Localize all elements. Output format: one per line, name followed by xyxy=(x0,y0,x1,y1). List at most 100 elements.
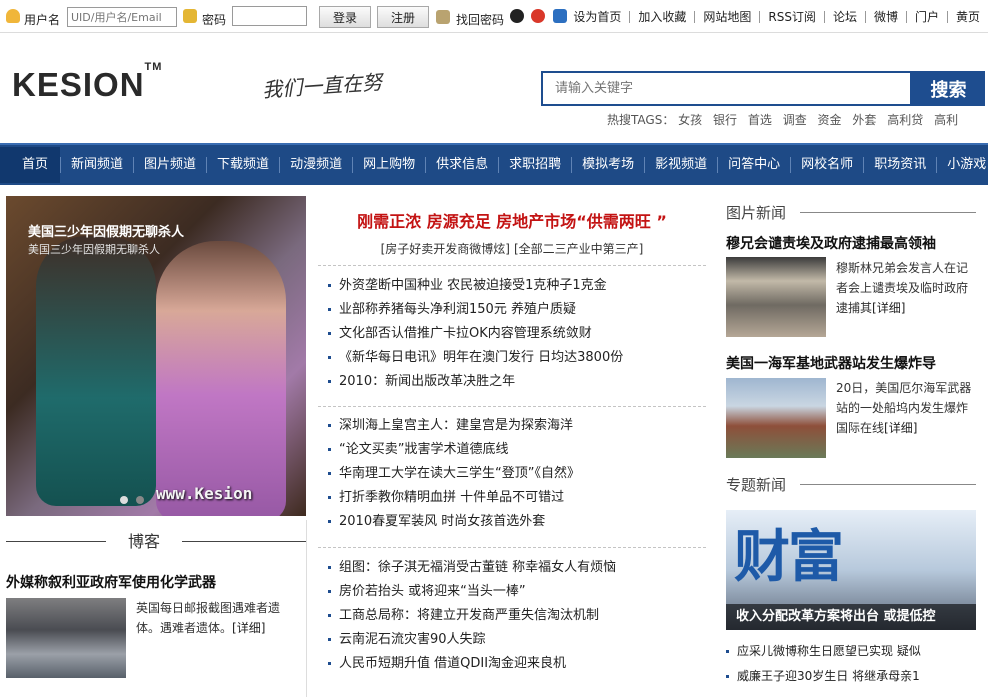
hot-tag[interactable]: 高利贷 xyxy=(887,113,923,127)
nav-item-exam[interactable]: 模拟考场 xyxy=(571,157,644,173)
nav-item-school[interactable]: 网校名师 xyxy=(790,157,863,173)
photo-news-thumbnail-1[interactable] xyxy=(726,257,826,337)
nav-item-news[interactable]: 新闻频道 xyxy=(60,157,133,173)
hot-tag[interactable]: 资金 xyxy=(818,113,842,127)
blog-heading: 博客 xyxy=(128,532,161,551)
top-link-rss[interactable]: RSS订阅 xyxy=(759,10,824,23)
topic-image-word: 财富 xyxy=(734,525,844,590)
photo-news-desc-2: 20日，美国厄尔海军武器站的一处船坞内发生爆炸国际在线[详细] xyxy=(836,381,972,435)
slogan: 我们一直在努 xyxy=(261,69,383,103)
photo-news-title-1[interactable]: 穆兄会谴责埃及政府逮捕最高领袖 xyxy=(726,233,936,253)
list-item[interactable]: “论文买卖”戕害学术道德底线 xyxy=(328,438,580,462)
search-input[interactable] xyxy=(543,73,910,104)
top-link-forum[interactable]: 论坛 xyxy=(823,10,865,23)
list-item[interactable]: 2010：新闻出版改革决胜之年 xyxy=(328,370,623,394)
photo-news-title-2[interactable]: 美国一海军基地武器站发生爆炸导 xyxy=(726,353,936,373)
top-link-yellowpages[interactable]: 黄页 xyxy=(946,10,988,23)
slide-watermark: www.Kesion xyxy=(156,484,253,503)
nav-item-jobs[interactable]: 求职招聘 xyxy=(498,157,571,173)
nav-item-supply[interactable]: 供求信息 xyxy=(425,157,498,173)
topic-image-caption[interactable]: 收入分配改革方案将出台 或提低控 xyxy=(726,604,976,630)
photo-news-more-link-2[interactable]: [详细] xyxy=(884,421,917,435)
blog-news-thumbnail[interactable] xyxy=(6,598,126,678)
top-links: 设为首页 加入收藏 网站地图 RSS订阅 论坛 微博 门户 黄页 xyxy=(565,0,988,33)
column-divider xyxy=(306,520,307,697)
recover-password-link[interactable]: 找回密码 xyxy=(456,11,504,28)
list-item[interactable]: 房价若抬头 或将迎来“当头一棒” xyxy=(328,580,616,604)
blog-news-more-link[interactable]: [详细] xyxy=(232,621,265,635)
divider xyxy=(318,265,706,266)
headline[interactable]: 刚需正浓 房源充足 房地产市场“供需两旺 ” xyxy=(314,208,710,232)
headline-sub-link[interactable]: [房子好卖开发商微博炫] xyxy=(381,242,510,256)
register-button[interactable]: 注册 xyxy=(377,6,429,28)
main-nav: 首页 新闻频道 图片频道 下载频道 动漫频道 网上购物 供求信息 求职招聘 模拟… xyxy=(0,143,988,185)
slide-figure-right xyxy=(156,241,286,516)
hot-tag[interactable]: 银行 xyxy=(713,113,737,127)
top-link-favorite[interactable]: 加入收藏 xyxy=(629,10,694,23)
top-link-home[interactable]: 设为首页 xyxy=(565,11,629,23)
weibo-icon[interactable] xyxy=(531,9,545,23)
headline-sub-link[interactable]: [全部二三产业中第三产] xyxy=(514,242,643,256)
slide-subtitle: 美国三少年因假期无聊杀人 xyxy=(28,243,160,256)
list-item[interactable]: 威廉王子迎30岁生日 将继承母亲1 xyxy=(726,664,921,689)
nav-item-photo[interactable]: 图片频道 xyxy=(133,157,206,173)
list-item[interactable]: 华南理工大学在读大三学生“登顶”《自然》 xyxy=(328,462,580,486)
topic-news-image[interactable]: 财富 收入分配改革方案将出台 或提低控 xyxy=(726,510,976,630)
top-link-sitemap[interactable]: 网站地图 xyxy=(694,10,759,23)
site-logo[interactable]: KESIONTM xyxy=(12,61,162,104)
list-item[interactable]: 深圳海上皇宫主人：建皇宫是为探索海洋 xyxy=(328,414,580,438)
hot-tag[interactable]: 高利 xyxy=(934,113,958,127)
nav-item-home[interactable]: 首页 xyxy=(0,147,61,183)
hot-tags-label: 热搜TAGS： xyxy=(607,113,675,127)
photo-news-thumbnail-2[interactable] xyxy=(726,378,826,458)
search-button[interactable]: 搜索 xyxy=(912,71,985,106)
top-link-portal[interactable]: 门户 xyxy=(905,10,947,23)
list-item[interactable]: 外资垄断中国种业 农民被迫接受1克种子1克金 xyxy=(328,274,623,298)
slide-title[interactable]: 美国三少年因假期无聊杀人 xyxy=(28,221,184,240)
username-input[interactable] xyxy=(67,7,177,27)
slide-figure-left xyxy=(36,236,156,506)
search-box xyxy=(541,71,912,106)
list-item[interactable]: 应采儿微博称生日愿望已实现 疑似 xyxy=(726,639,921,664)
password-label: 密码 xyxy=(202,13,227,27)
qq-icon[interactable] xyxy=(510,9,524,23)
photo-news-heading: 图片新闻 xyxy=(726,204,787,222)
hot-tag[interactable]: 调查 xyxy=(783,113,807,127)
username-label: 用户名 xyxy=(24,13,61,27)
slide-dot[interactable] xyxy=(136,496,144,504)
divider xyxy=(318,547,706,548)
nav-item-qa[interactable]: 问答中心 xyxy=(717,157,790,173)
hot-tag[interactable]: 女孩 xyxy=(678,113,702,127)
headline-sub: [房子好卖开发商微博炫] [全部二三产业中第三产] xyxy=(314,240,710,257)
nav-item-anime[interactable]: 动漫频道 xyxy=(279,157,352,173)
list-item[interactable]: 《新华每日电讯》明年在澳门发行 日均达3800份 xyxy=(328,346,623,370)
list-item[interactable]: 人民币短期升值 借道QDII淘金迎来良机 xyxy=(328,652,616,676)
list-item[interactable]: 工商总局称：将建立开发商严重失信淘汰机制 xyxy=(328,604,616,628)
top-link-weibo[interactable]: 微博 xyxy=(864,10,906,23)
nav-item-games[interactable]: 小游戏 xyxy=(936,157,988,173)
lock-icon xyxy=(183,9,197,23)
blog-divider-left xyxy=(6,541,106,542)
key-icon xyxy=(436,10,450,24)
list-item[interactable]: 文化部否认借推广卡拉OK内容管理系统敛财 xyxy=(328,322,623,346)
nav-item-download[interactable]: 下载频道 xyxy=(206,157,279,173)
list-item[interactable]: 云南泥石流灾害90人失踪 xyxy=(328,628,616,652)
list-item[interactable]: 业部称养猪每头净利润150元 养殖户质疑 xyxy=(328,298,623,322)
user-icon xyxy=(6,9,20,23)
nav-item-movies[interactable]: 影视频道 xyxy=(644,157,717,173)
list-item[interactable]: 打折季教你精明血拼 十件单品不可错过 xyxy=(328,486,580,510)
slide-dot[interactable] xyxy=(120,496,128,504)
nav-item-shop[interactable]: 网上购物 xyxy=(352,157,425,173)
slideshow-image[interactable]: 美国三少年因假期无聊杀人 美国三少年因假期无聊杀人 www.Kesion xyxy=(6,196,306,516)
hot-tag[interactable]: 外套 xyxy=(852,113,876,127)
list-item[interactable]: 组图：徐子淇无福消受古董链 称幸福女人有烦恼 xyxy=(328,556,616,580)
divider xyxy=(318,406,706,407)
password-input[interactable] xyxy=(232,6,307,26)
login-button[interactable]: 登录 xyxy=(319,6,371,28)
hot-tag[interactable]: 首选 xyxy=(748,113,772,127)
photo-news-more-link-1[interactable]: [详细] xyxy=(872,301,905,315)
blog-news-title[interactable]: 外媒称叙利亚政府军使用化学武器 xyxy=(6,572,216,592)
list-item[interactable]: 2010春夏军装风 时尚女孩首选外套 xyxy=(328,510,580,534)
nav-item-career[interactable]: 职场资讯 xyxy=(863,157,936,173)
news-list-2: 深圳海上皇宫主人：建皇宫是为探索海洋 “论文买卖”戕害学术道德底线 华南理工大学… xyxy=(328,414,580,534)
